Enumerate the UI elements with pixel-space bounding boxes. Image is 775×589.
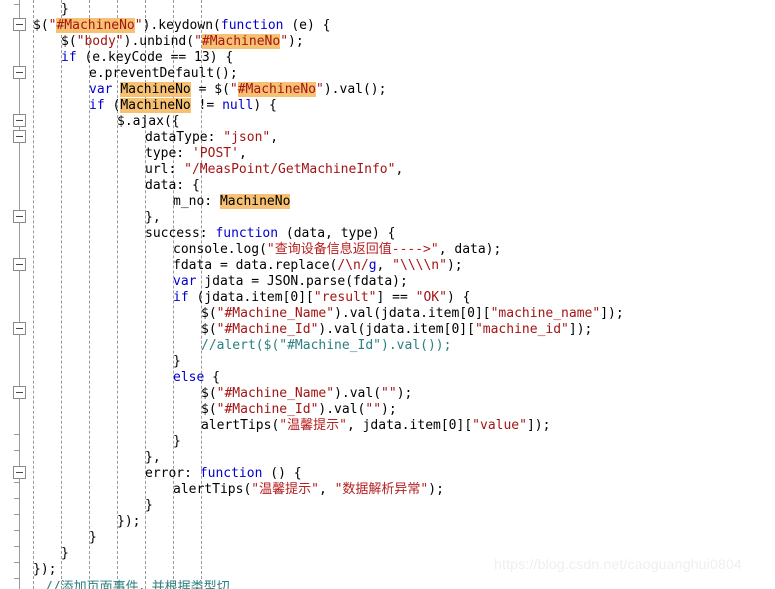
- code-line[interactable]: }: [89, 530, 97, 546]
- code-line[interactable]: },: [145, 450, 161, 466]
- code-line[interactable]: $("#MachineNo").keydown(function (e) {: [33, 18, 330, 34]
- code-line[interactable]: $("#Machine_Id").val(jdata.item[0]["mach…: [201, 322, 592, 338]
- code-line[interactable]: //添加页面事件，并根据类型切: [45, 580, 230, 589]
- code-line[interactable]: e.preventDefault();: [89, 66, 238, 82]
- code-line[interactable]: var MachineNo = $("#MachineNo").val();: [89, 82, 386, 98]
- code-line[interactable]: $("#Machine_Name").val(jdata.item[0]["ma…: [201, 306, 624, 322]
- code-line[interactable]: $("body").unbind("#MachineNo");: [61, 34, 304, 50]
- code-line[interactable]: },: [145, 210, 161, 226]
- code-line[interactable]: success: function (data, type) {: [145, 226, 395, 242]
- code-line[interactable]: dataType: "json",: [145, 130, 278, 146]
- code-editor-screenshot: } $("#MachineNo").keydown(function (e) {$…: [0, 0, 775, 589]
- code-line[interactable]: alertTips("温馨提示", "数据解析异常");: [173, 482, 444, 498]
- code-line[interactable]: if (jdata.item[0]["result"] == "OK") {: [173, 290, 470, 306]
- code-line[interactable]: if (e.keyCode == 13) {: [61, 50, 233, 66]
- code-line[interactable]: var jdata = JSON.parse(fdata);: [173, 274, 408, 290]
- code-line[interactable]: alertTips("温馨提示", jdata.item[0]["value"]…: [201, 418, 550, 434]
- code-line[interactable]: fdata = data.replace(/\n/g, "\\\\n");: [173, 258, 463, 274]
- code-line[interactable]: m_no: MachineNo: [173, 194, 291, 210]
- code-line[interactable]: error: function () {: [145, 466, 302, 482]
- code-line[interactable]: }: [173, 354, 181, 370]
- code-line[interactable]: }: [173, 434, 181, 450]
- code-line[interactable]: }: [61, 2, 69, 18]
- code-line[interactable]: $.ajax({: [117, 114, 180, 130]
- code-line[interactable]: }: [145, 498, 153, 514]
- code-line[interactable]: //alert($("#Machine_Id").val());: [201, 338, 451, 354]
- code-line[interactable]: data: {: [145, 178, 200, 194]
- code-line[interactable]: console.log("查询设备信息返回值---->", data);: [173, 242, 501, 258]
- code-line[interactable]: $("#Machine_Name").val("");: [201, 386, 412, 402]
- code-line[interactable]: });: [117, 514, 140, 530]
- code-line[interactable]: else {: [173, 370, 220, 386]
- code-line[interactable]: url: "/MeasPoint/GetMachineInfo",: [145, 162, 403, 178]
- code-line[interactable]: $("#Machine_Id").val("");: [201, 402, 397, 418]
- code-line[interactable]: if (MachineNo != null) {: [89, 98, 277, 114]
- watermark-url: https://blog.csdn.net/caoguanghui0804: [494, 556, 742, 572]
- code-line[interactable]: });: [33, 562, 56, 578]
- code-line[interactable]: }: [61, 546, 69, 562]
- code-line[interactable]: type: 'POST',: [145, 146, 247, 162]
- code-content[interactable]: } $("#MachineNo").keydown(function (e) {$…: [0, 0, 775, 589]
